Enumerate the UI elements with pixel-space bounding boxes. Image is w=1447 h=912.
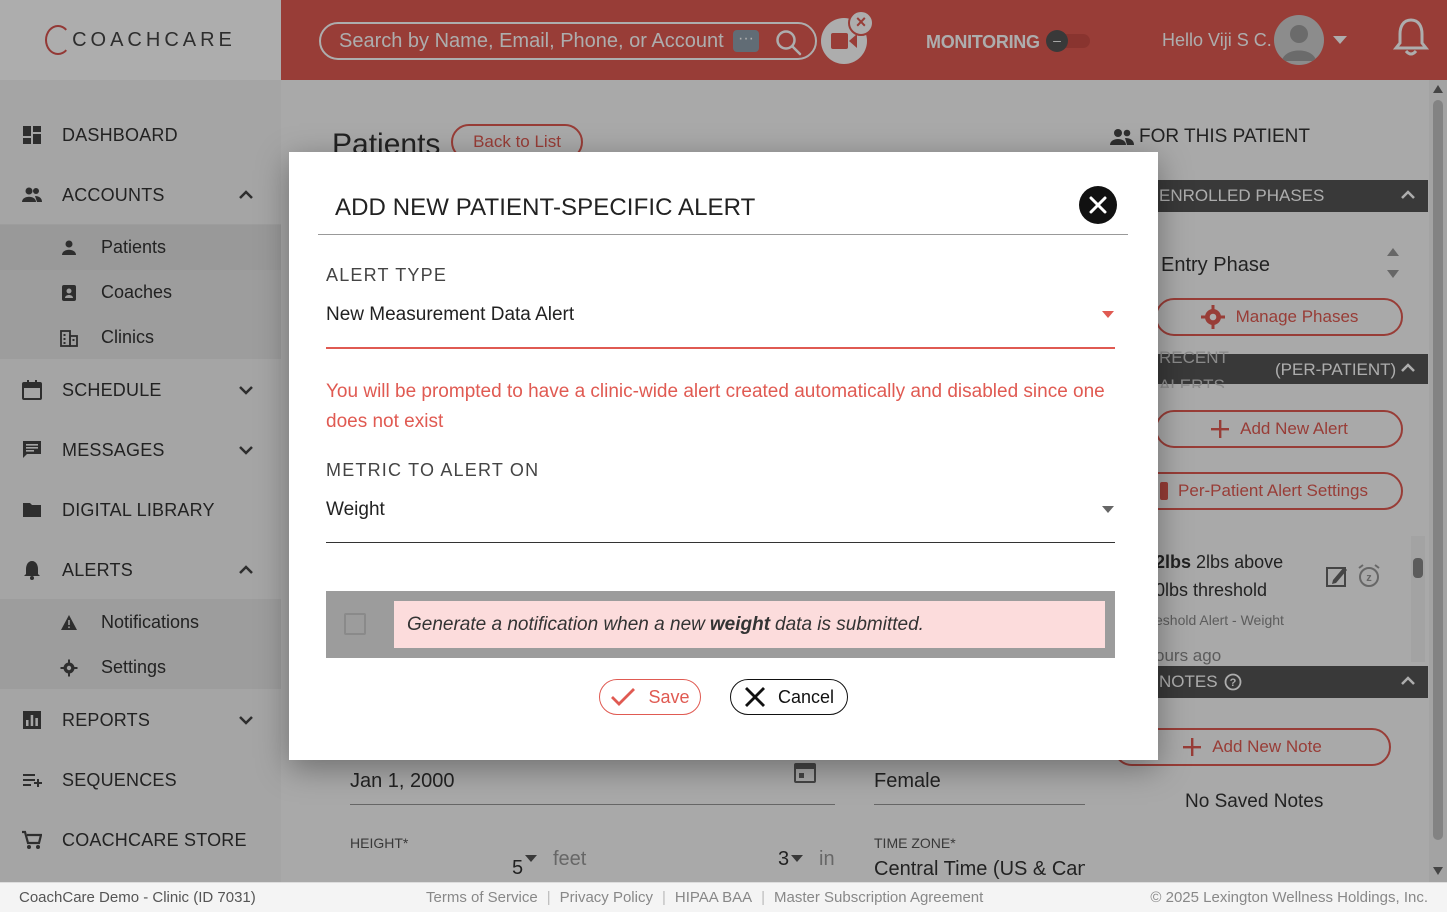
check-icon	[611, 688, 636, 706]
footer-clinic: CoachCare Demo - Clinic (ID 7031)	[19, 889, 256, 906]
footer-links: Terms of Service | Privacy Policy | HIPA…	[426, 889, 983, 906]
clinic-alert-warning: You will be prompted to have a clinic-wi…	[326, 381, 1105, 432]
notif-metric: weight	[709, 613, 771, 635]
footer-separator: |	[661, 889, 666, 906]
metric-label: METRIC TO ALERT ON	[326, 460, 540, 480]
alert-type-label: ALERT TYPE	[326, 265, 448, 285]
privacy-policy-link[interactable]: Privacy Policy	[560, 889, 653, 906]
terms-of-service-link[interactable]: Terms of Service	[426, 889, 538, 906]
footer-separator: |	[761, 889, 766, 906]
close-dialog-button[interactable]	[1079, 186, 1117, 224]
notif-suffix: data is submitted.	[775, 613, 924, 635]
footer: CoachCare Demo - Clinic (ID 7031) Terms …	[0, 882, 1447, 912]
close-icon	[1089, 196, 1107, 214]
close-icon	[744, 687, 765, 707]
notification-checkbox[interactable]	[344, 613, 366, 635]
metric-caret-icon[interactable]	[1102, 506, 1114, 513]
footer-copyright: © 2025 Lexington Wellness Holdings, Inc.	[1150, 889, 1428, 906]
dialog-title: ADD NEW PATIENT-SPECIFIC ALERT	[335, 194, 756, 221]
save-button[interactable]: Save	[599, 679, 701, 715]
notif-prefix: Generate a notification when a new	[407, 613, 705, 635]
metric-underline	[326, 542, 1115, 543]
footer-separator: |	[546, 889, 551, 906]
master-subscription-link[interactable]: Master Subscription Agreement	[774, 889, 983, 906]
dialog-divider	[318, 234, 1128, 235]
cancel-button[interactable]: Cancel	[730, 679, 848, 715]
cancel-label: Cancel	[777, 686, 835, 707]
save-label: Save	[648, 686, 690, 707]
alert-type-caret-icon[interactable]	[1102, 311, 1114, 318]
notification-description: Generate a notification when a new weight…	[394, 601, 1105, 648]
alert-type-select[interactable]: New Measurement Data Alert	[326, 304, 574, 326]
metric-select[interactable]: Weight	[326, 499, 385, 521]
alert-type-underline	[326, 347, 1115, 349]
add-alert-dialog: ADD NEW PATIENT-SPECIFIC ALERT ALERT TYP…	[289, 152, 1158, 760]
hipaa-baa-link[interactable]: HIPAA BAA	[675, 889, 752, 906]
notification-option: Generate a notification when a new weight…	[326, 591, 1115, 658]
